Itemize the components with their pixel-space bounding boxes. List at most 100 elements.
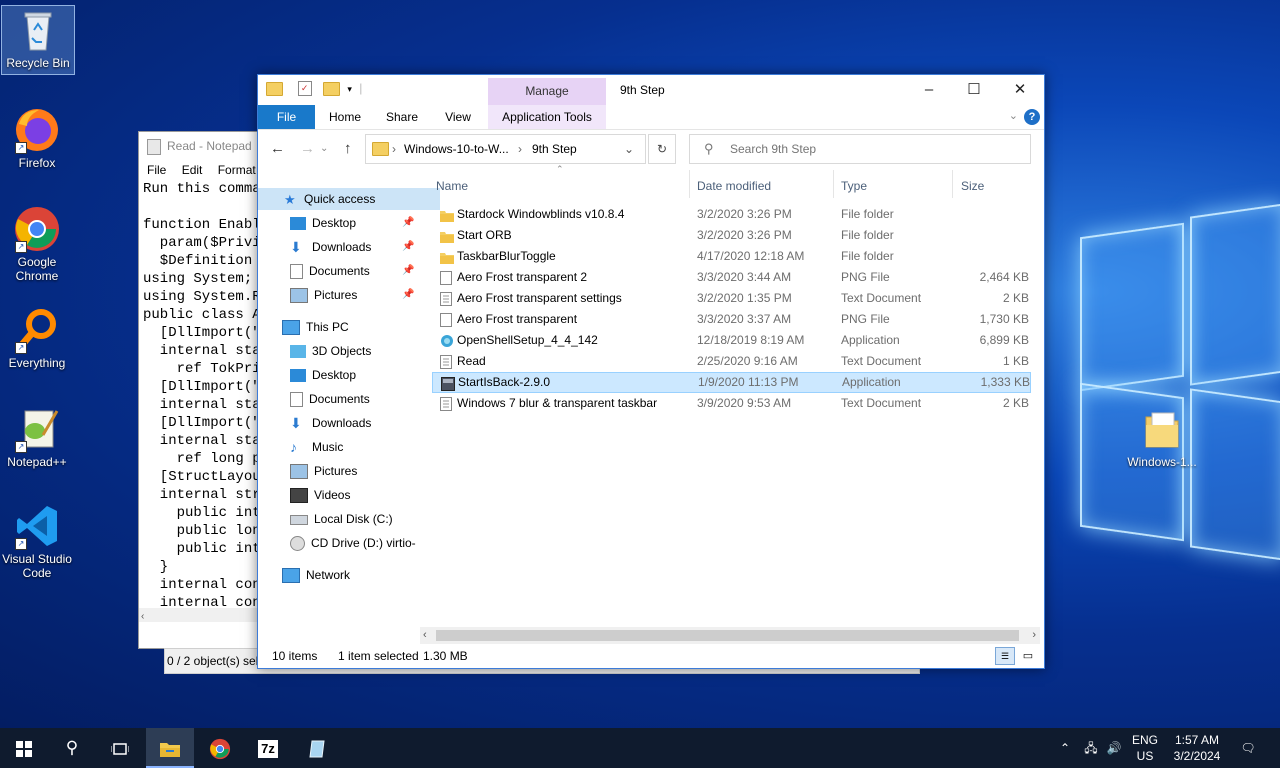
file-date-modified: 3/2/2020 1:35 PM [697,291,792,305]
details-view-icon[interactable]: ☰ [995,647,1015,665]
scroll-left-arrow-icon[interactable]: ‹ [423,627,427,644]
nav-qa-desktop[interactable]: Desktop [290,212,356,234]
new-folder-icon[interactable] [323,81,341,96]
notifications-icon[interactable]: 🗨 [1232,728,1264,768]
nav-documents[interactable]: Documents [290,388,370,410]
breadcrumb-item-parent[interactable]: Windows-10-to-W... [404,135,509,163]
file-row[interactable]: Stardock Windowblinds v10.8.4 3/2/2020 3:… [432,204,1029,225]
nav-network[interactable]: Network [282,564,350,586]
refresh-button[interactable]: ↻ [648,134,676,164]
file-row[interactable]: Aero Frost transparent settings 3/2/2020 … [432,288,1029,309]
maximize-button[interactable]: ☐ [951,75,997,105]
column-header-date-modified[interactable]: Date modified [697,174,771,198]
search-icon[interactable]: ⚲ [48,728,96,768]
ribbon-tabs: File Home Share View Application Tools ⌄… [258,105,1044,130]
file-row[interactable]: Aero Frost transparent 2 3/3/2020 3:44 AM… [432,267,1029,288]
nav-cd-drive[interactable]: CD Drive (D:) virtio- [290,532,416,554]
search-input[interactable] [728,141,1022,157]
notepad-menu-edit[interactable]: Edit [182,163,203,177]
chrome-icon[interactable] [196,728,244,768]
help-icon[interactable]: ? [1024,109,1040,125]
file-explorer-window[interactable]: ✓ ▾ | Manage 9th Step – ☐ ✕ File Home Sh… [257,74,1045,669]
desktop-icon-recycle-bin[interactable]: Recycle Bin [1,5,75,75]
tab-application-tools[interactable]: Application Tools [488,105,606,129]
file-row[interactable]: Aero Frost transparent 3/3/2020 3:37 AM PN… [432,309,1029,330]
column-header-size[interactable]: Size [961,174,984,198]
notepad-menu-format[interactable]: Format [218,163,256,177]
network-icon[interactable]: 🖧 [1080,728,1102,768]
file-list: ⌃ Name Date modified Type Size Stardock … [428,164,1034,630]
properties-icon[interactable]: ✓ [297,81,312,97]
address-dropdown-chevron-icon[interactable]: ⌄ [624,135,634,163]
desktop-icon-firefox[interactable]: ↗ Firefox [1,106,73,170]
start-button[interactable] [0,728,48,768]
column-header-type[interactable]: Type [841,174,867,198]
tab-file[interactable]: File [258,105,315,129]
pin-icon[interactable]: 📌 [402,265,414,276]
file-row[interactable]: OpenShellSetup_4_4_142 12/18/2019 8:19 AM… [432,330,1029,351]
forward-arrow-icon[interactable]: → [300,140,315,157]
file-type: Text Document [841,291,922,305]
pin-icon[interactable]: 📌 [402,289,414,300]
breadcrumb-item-current[interactable]: 9th Step [532,135,577,163]
notepad-title: Read - Notepad [167,139,252,153]
nav-desktop[interactable]: Desktop [290,364,356,386]
column-header-name[interactable]: Name [436,174,468,198]
file-row[interactable]: StartIsBack-2.9.0 1/9/2020 11:13 PM Applic… [432,372,1031,393]
horizontal-scrollbar[interactable]: ‹ › [420,627,1040,644]
desktop-icon-google-chrome[interactable]: ↗ Google Chrome [1,205,73,283]
recent-locations-chevron-icon[interactable]: ⌄ [320,143,328,154]
chevron-down-icon[interactable]: ▾ [347,84,352,94]
explorer-titlebar[interactable]: ✓ ▾ | Manage 9th Step – ☐ ✕ [258,75,1044,105]
desktop-icon-windows-folder[interactable]: Windows-1... [1126,405,1198,469]
speaker-icon[interactable]: 🔊 [1104,728,1124,768]
nav-pictures[interactable]: Pictures [290,460,357,482]
desktop-icon-vscode[interactable]: ↗ Visual Studio Code [1,502,73,580]
file-row[interactable]: Windows 7 blur & transparent taskbar 3/9/… [432,393,1029,414]
file-row[interactable]: Read 2/25/2020 9:16 AM Text Document 1 KB [432,351,1029,372]
nav-quick-access[interactable]: ★ Quick access [258,188,440,210]
nav-3d-objects[interactable]: 3D Objects [290,340,371,362]
chevron-down-icon[interactable]: ⌄ [1009,109,1018,122]
address-bar[interactable]: › Windows-10-to-W... › 9th Step ⌄ [365,134,646,164]
scrollbar-thumb[interactable] [436,630,1019,641]
pin-icon[interactable]: 📌 [402,217,414,228]
notepad-icon[interactable] [294,728,342,768]
nav-videos[interactable]: Videos [290,484,350,506]
pin-icon[interactable]: 📌 [402,241,414,252]
nav-qa-pictures[interactable]: Pictures [290,284,357,306]
notepad-menu-file[interactable]: File [147,163,166,177]
close-button[interactable]: ✕ [997,75,1043,105]
nav-music[interactable]: ♪ Music [290,436,343,458]
nav-downloads[interactable]: ⬇ Downloads [290,412,371,434]
scroll-right-arrow-icon[interactable]: › [1032,627,1036,644]
tab-manage[interactable]: Manage [488,78,606,105]
search-box[interactable]: ⚲ [689,134,1031,164]
nav-qa-downloads[interactable]: ⬇ Downloads [290,236,371,258]
file-row[interactable]: TaskbarBlurToggle 4/17/2020 12:18 AM File … [432,246,1029,267]
back-arrow-icon[interactable]: ← [270,140,285,157]
large-icons-view-icon[interactable]: ▭ [1019,647,1037,665]
text-file-icon [440,355,452,369]
minimize-button[interactable]: – [906,75,952,105]
tab-home[interactable]: Home [320,105,370,129]
everything-search-icon: ↗ [13,306,61,354]
show-hidden-icons-chevron-icon[interactable]: ⌃ [1056,728,1074,768]
language-indicator[interactable]: ENG US [1128,728,1162,773]
nav-local-disk[interactable]: Local Disk (C:) [290,508,393,530]
desktop-icon-notepadpp[interactable]: ↗ Notepad++ [1,405,73,469]
nav-this-pc[interactable]: This PC [282,316,349,338]
nav-label: Downloads [312,240,372,254]
file-explorer-icon[interactable] [146,728,194,768]
tab-share[interactable]: Share [378,105,426,129]
file-type: Text Document [841,396,922,410]
nav-qa-documents[interactable]: Documents [290,260,370,282]
7zip-icon[interactable]: 7z [244,728,292,768]
file-name: Start ORB [457,228,512,242]
tab-view[interactable]: View [434,105,482,129]
up-arrow-icon[interactable]: ↑ [344,140,352,157]
file-row[interactable]: Start ORB 3/2/2020 3:26 PM File folder [432,225,1029,246]
clock[interactable]: 1:57 AM 3/2/2024 [1164,728,1230,773]
task-view-icon[interactable] [96,728,144,768]
desktop-icon-everything[interactable]: ↗ Everything [1,306,73,370]
